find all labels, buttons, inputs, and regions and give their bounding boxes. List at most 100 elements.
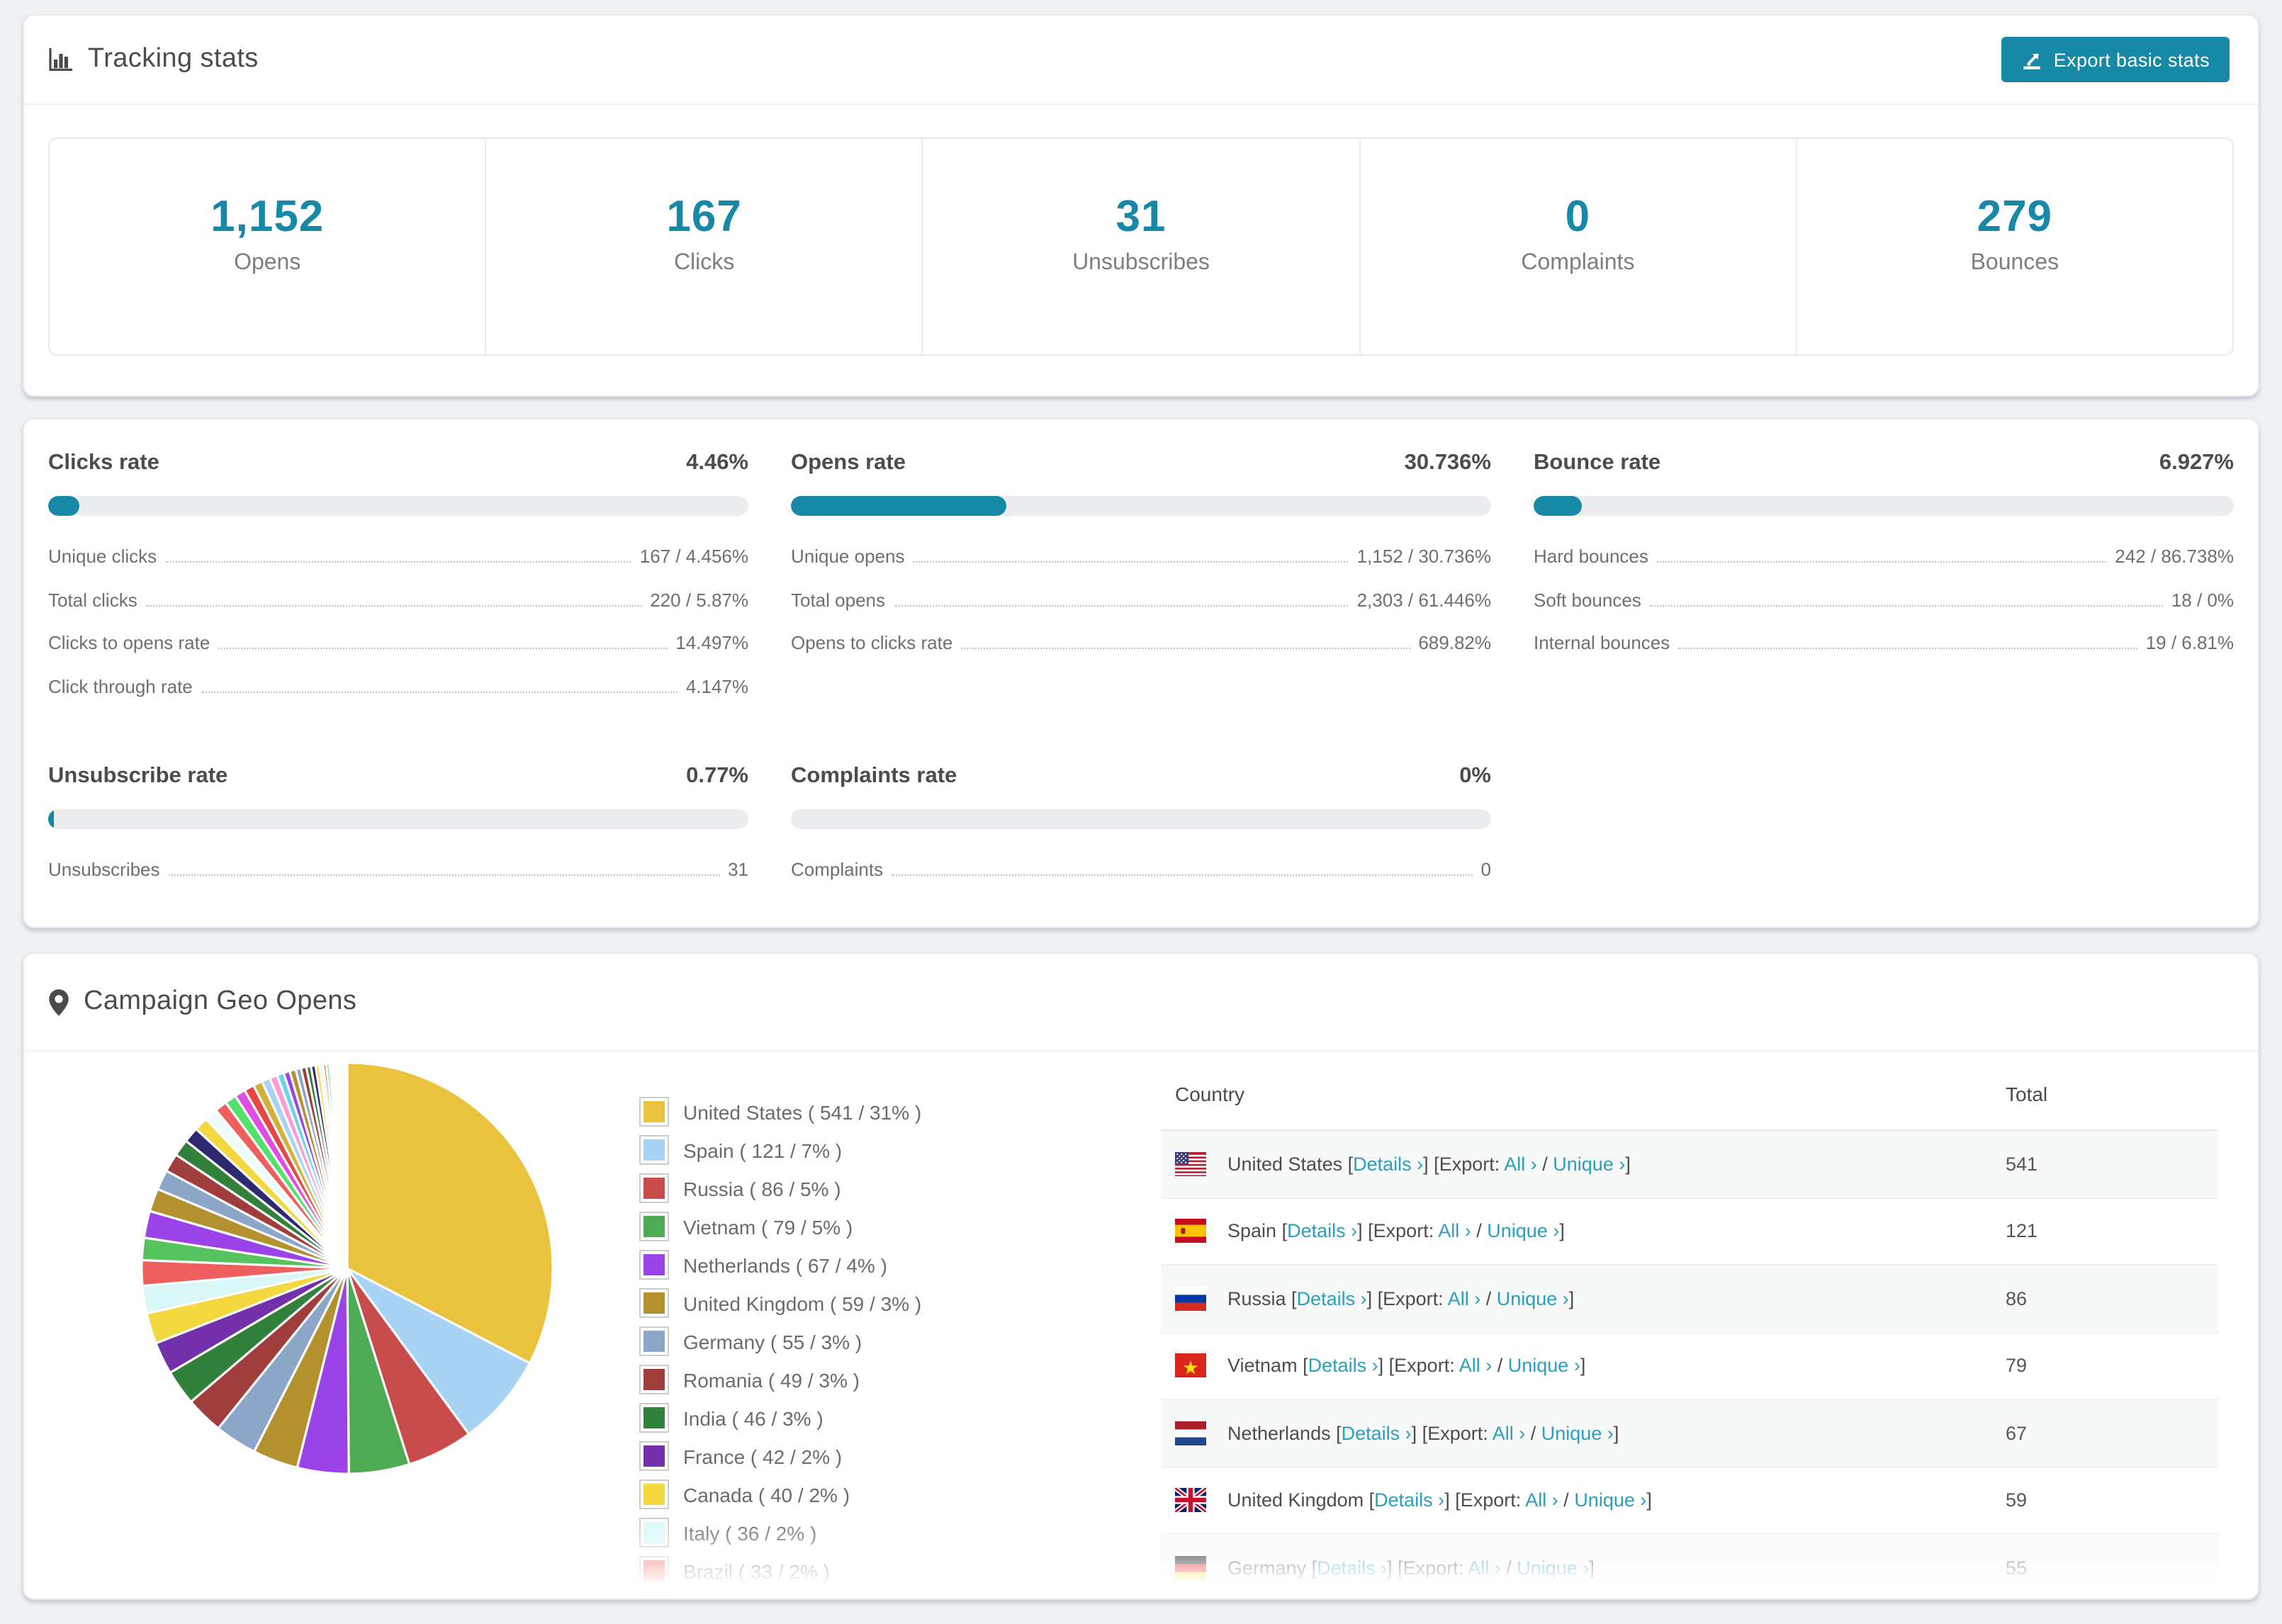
rate-block-unsubscribe: Unsubscribe rate 0.77% Unsubscribes 31	[48, 764, 748, 902]
geo-row-united-kingdom: United Kingdom [Details ›] [Export: All …	[1161, 1467, 2218, 1535]
rate-row-label: Unsubscribes	[48, 859, 160, 880]
legend-swatch	[639, 1135, 669, 1165]
export-all-link[interactable]: All ›	[1525, 1490, 1558, 1511]
details-link[interactable]: Details ›	[1287, 1221, 1357, 1242]
export-unique-link[interactable]: Unique ›	[1517, 1557, 1589, 1579]
progress-bar-track	[1534, 496, 2234, 516]
legend-item-spain[interactable]: Spain ( 121 / 7% )	[639, 1135, 1150, 1165]
legend-label: France ( 42 / 2% )	[683, 1445, 843, 1467]
legend-item-france[interactable]: France ( 42 / 2% )	[639, 1441, 1150, 1471]
export-all-link[interactable]: All ›	[1448, 1288, 1481, 1309]
details-link[interactable]: Details ›	[1308, 1355, 1378, 1377]
rate-row-label: Opens to clicks rate	[791, 632, 953, 653]
legend-item-south-africa[interactable]: South Africa ( 29 / 2% )	[639, 1594, 1150, 1598]
geo-opens-header: Campaign Geo Opens	[24, 954, 2258, 1051]
map-pin-icon	[48, 988, 69, 1015]
rate-value: 0%	[1459, 764, 1491, 788]
export-all-link[interactable]: All ›	[1468, 1557, 1501, 1579]
legend-item-russia[interactable]: Russia ( 86 / 5% )	[639, 1173, 1150, 1203]
stat-value: 0	[1565, 191, 1591, 241]
bracket: [	[1364, 1489, 1375, 1511]
export-all-link[interactable]: All ›	[1504, 1154, 1537, 1175]
export-prefix: Export:	[1427, 1422, 1493, 1444]
tracking-stats-title-text: Tracking stats	[88, 44, 259, 74]
progress-bar-fill	[1534, 496, 1583, 516]
country-name: Spain	[1227, 1220, 1277, 1242]
stat-label: Complaints	[1521, 251, 1635, 275]
bracket: ] [	[1378, 1355, 1395, 1377]
export-unique-link[interactable]: Unique ›	[1541, 1423, 1614, 1444]
details-link[interactable]: Details ›	[1297, 1288, 1367, 1309]
export-all-link[interactable]: All ›	[1438, 1221, 1471, 1242]
bracket: ]	[1580, 1355, 1586, 1377]
export-unique-link[interactable]: Unique ›	[1508, 1355, 1580, 1377]
dotted-leader	[913, 561, 1349, 563]
geo-country-text: United States [Details ›] [Export: All ›…	[1227, 1154, 1631, 1175]
legend-label: Spain ( 121 / 7% )	[683, 1139, 843, 1161]
flag-de-icon	[1175, 1555, 1227, 1580]
legend-item-india[interactable]: India ( 46 / 3% )	[639, 1403, 1150, 1433]
legend-item-germany[interactable]: Germany ( 55 / 3% )	[639, 1326, 1150, 1356]
export-prefix: Export:	[1373, 1220, 1439, 1242]
legend-swatch	[639, 1403, 669, 1433]
flag-gb-icon	[1175, 1488, 1227, 1513]
legend-item-vietnam[interactable]: Vietnam ( 79 / 5% )	[639, 1212, 1150, 1241]
geo-country-text: Vietnam [Details ›] [Export: All › / Uni…	[1227, 1355, 1585, 1377]
rate-row-value: 19 / 6.81%	[2145, 632, 2234, 653]
legend-item-netherlands[interactable]: Netherlands ( 67 / 4% )	[639, 1250, 1150, 1280]
details-link[interactable]: Details ›	[1342, 1423, 1412, 1444]
rate-row-value: 242 / 86.738%	[2115, 546, 2234, 567]
stats-strip: 1,152 Opens 167 Clicks 31 Unsubscribes 0 Compla…	[48, 137, 2234, 356]
export-button-label: Export basic stats	[2053, 49, 2210, 70]
export-prefix: Export:	[1383, 1287, 1448, 1309]
rate-row-label: Hard bounces	[1534, 546, 1648, 567]
legend-item-united-kingdom[interactable]: United Kingdom ( 59 / 3% )	[639, 1288, 1150, 1318]
stat-box-bounces: 279 Bounces	[1797, 139, 2232, 354]
export-basic-stats-button[interactable]: Export basic stats	[2001, 37, 2230, 82]
details-link[interactable]: Details ›	[1374, 1490, 1444, 1511]
rate-row-total-opens: Total opens 2,303 / 61.446%	[791, 589, 1491, 610]
legend-swatch	[639, 1479, 669, 1509]
legend-item-romania[interactable]: Romania ( 49 / 3% )	[639, 1365, 1150, 1394]
flag-us-icon	[1175, 1151, 1227, 1176]
legend-swatch	[639, 1250, 669, 1280]
country-name: Germany	[1227, 1557, 1307, 1579]
rate-row-label: Total opens	[791, 589, 885, 610]
legend-item-united-states[interactable]: United States ( 541 / 31% )	[639, 1097, 1150, 1127]
rate-row-internal-bounces: Internal bounces 19 / 6.81%	[1534, 632, 2234, 653]
export-unique-link[interactable]: Unique ›	[1574, 1490, 1646, 1511]
dotted-leader	[961, 648, 1410, 649]
rate-row-unsubscribes: Unsubscribes 31	[48, 859, 748, 880]
export-all-link[interactable]: All ›	[1493, 1423, 1526, 1444]
geo-total-value: 59	[2006, 1489, 2028, 1511]
details-link[interactable]: Details ›	[1317, 1557, 1387, 1579]
progress-bar-track	[791, 809, 1491, 829]
export-all-link[interactable]: All ›	[1459, 1355, 1493, 1377]
geo-col-country: Country	[1175, 1083, 1245, 1105]
rate-value: 30.736%	[1404, 451, 1491, 475]
stat-box-opens: 1,152 Opens	[50, 139, 487, 354]
rate-row-label: Internal bounces	[1534, 632, 1670, 653]
rate-row-label: Total clicks	[48, 589, 137, 610]
rate-block-complaints: Complaints rate 0% Complaints 0	[791, 764, 1491, 902]
rate-block-clicks: Clicks rate 4.46% Unique clicks 167 / 4.456…	[48, 451, 748, 718]
rate-title: Unsubscribe rate	[48, 764, 228, 788]
legend-item-italy[interactable]: Italy ( 36 / 2% )	[639, 1518, 1150, 1547]
stat-value: 279	[1977, 191, 2053, 241]
stat-label: Unsubscribes	[1072, 251, 1210, 275]
details-link[interactable]: Details ›	[1353, 1154, 1423, 1175]
legend-swatch	[639, 1556, 669, 1586]
legend-item-canada[interactable]: Canada ( 40 / 2% )	[639, 1479, 1150, 1509]
rate-row-soft-bounces: Soft bounces 18 / 0%	[1534, 589, 2234, 610]
geo-cell-country: United States [Details ›] [Export: All ›…	[1161, 1151, 2006, 1176]
rate-head: Unsubscribe rate 0.77%	[48, 764, 748, 789]
legend-item-brazil[interactable]: Brazil ( 33 / 2% )	[639, 1556, 1150, 1586]
stat-value: 1,152	[210, 191, 325, 241]
geo-col-total: Total	[2006, 1083, 2048, 1105]
export-unique-link[interactable]: Unique ›	[1497, 1288, 1569, 1309]
legend-label: Canada ( 40 / 2% )	[683, 1483, 850, 1506]
bracket: ]	[1613, 1422, 1619, 1444]
legend-label: United States ( 541 / 31% )	[683, 1100, 922, 1123]
export-unique-link[interactable]: Unique ›	[1487, 1221, 1559, 1242]
export-unique-link[interactable]: Unique ›	[1553, 1154, 1625, 1175]
